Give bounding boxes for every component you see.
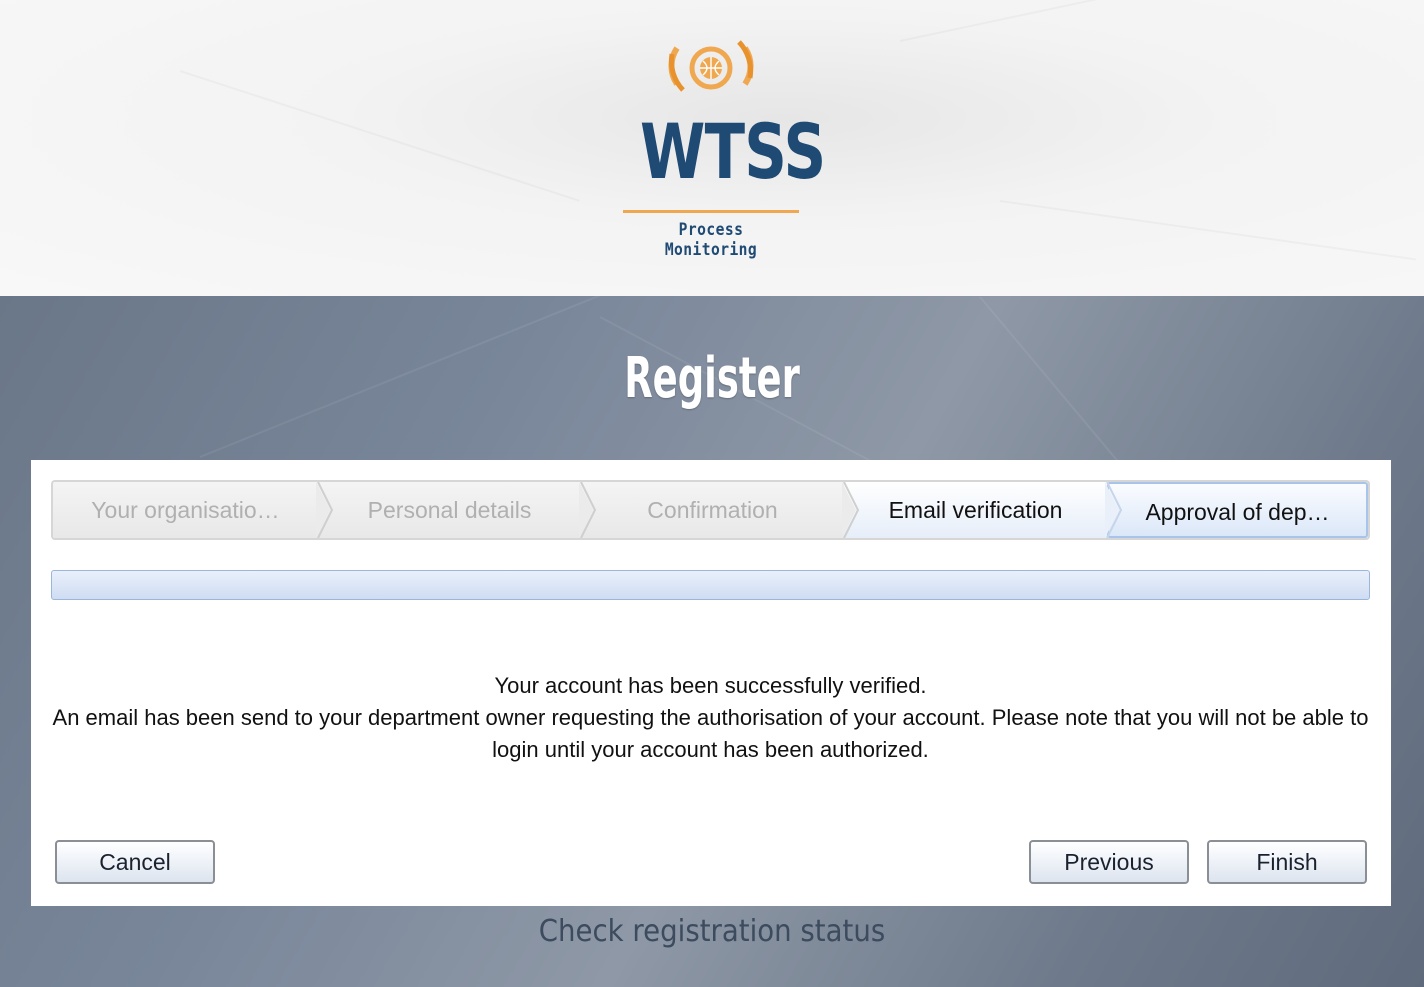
step-approval[interactable]: Approval of dep… [1107, 482, 1368, 538]
brand-divider [623, 210, 799, 213]
step-confirmation[interactable]: Confirmation [581, 482, 844, 538]
step-separator-icon [1105, 482, 1123, 538]
brand-name: WTSS [640, 107, 826, 196]
step-separator-icon [842, 482, 860, 538]
page-title: Register [624, 346, 800, 411]
signal-globe-icon [668, 40, 754, 92]
finish-button[interactable]: Finish [1207, 840, 1367, 884]
previous-button[interactable]: Previous [1029, 840, 1189, 884]
cancel-button[interactable]: Cancel [55, 840, 215, 884]
registration-wizard: Your organisatio… Personal details Confi… [31, 460, 1391, 906]
check-registration-status-link[interactable]: Check registration status [57, 910, 1367, 954]
step-separator-icon [316, 482, 334, 538]
step-email-verification[interactable]: Email verification [844, 482, 1107, 538]
step-separator-icon [579, 482, 597, 538]
wizard-steps: Your organisatio… Personal details Confi… [51, 480, 1370, 540]
message-line-2: An email has been send to your departmen… [52, 705, 1369, 762]
brand-tagline: Process Monitoring [664, 220, 758, 260]
step-your-organisation[interactable]: Your organisatio… [53, 482, 318, 538]
step-personal-details[interactable]: Personal details [318, 482, 581, 538]
wtss-logo: WTSS Process Monitoring [620, 36, 826, 260]
verification-message: Your account has been successfully verif… [51, 670, 1370, 766]
wizard-progress-bar [51, 570, 1370, 600]
message-line-1: Your account has been successfully verif… [494, 673, 927, 698]
